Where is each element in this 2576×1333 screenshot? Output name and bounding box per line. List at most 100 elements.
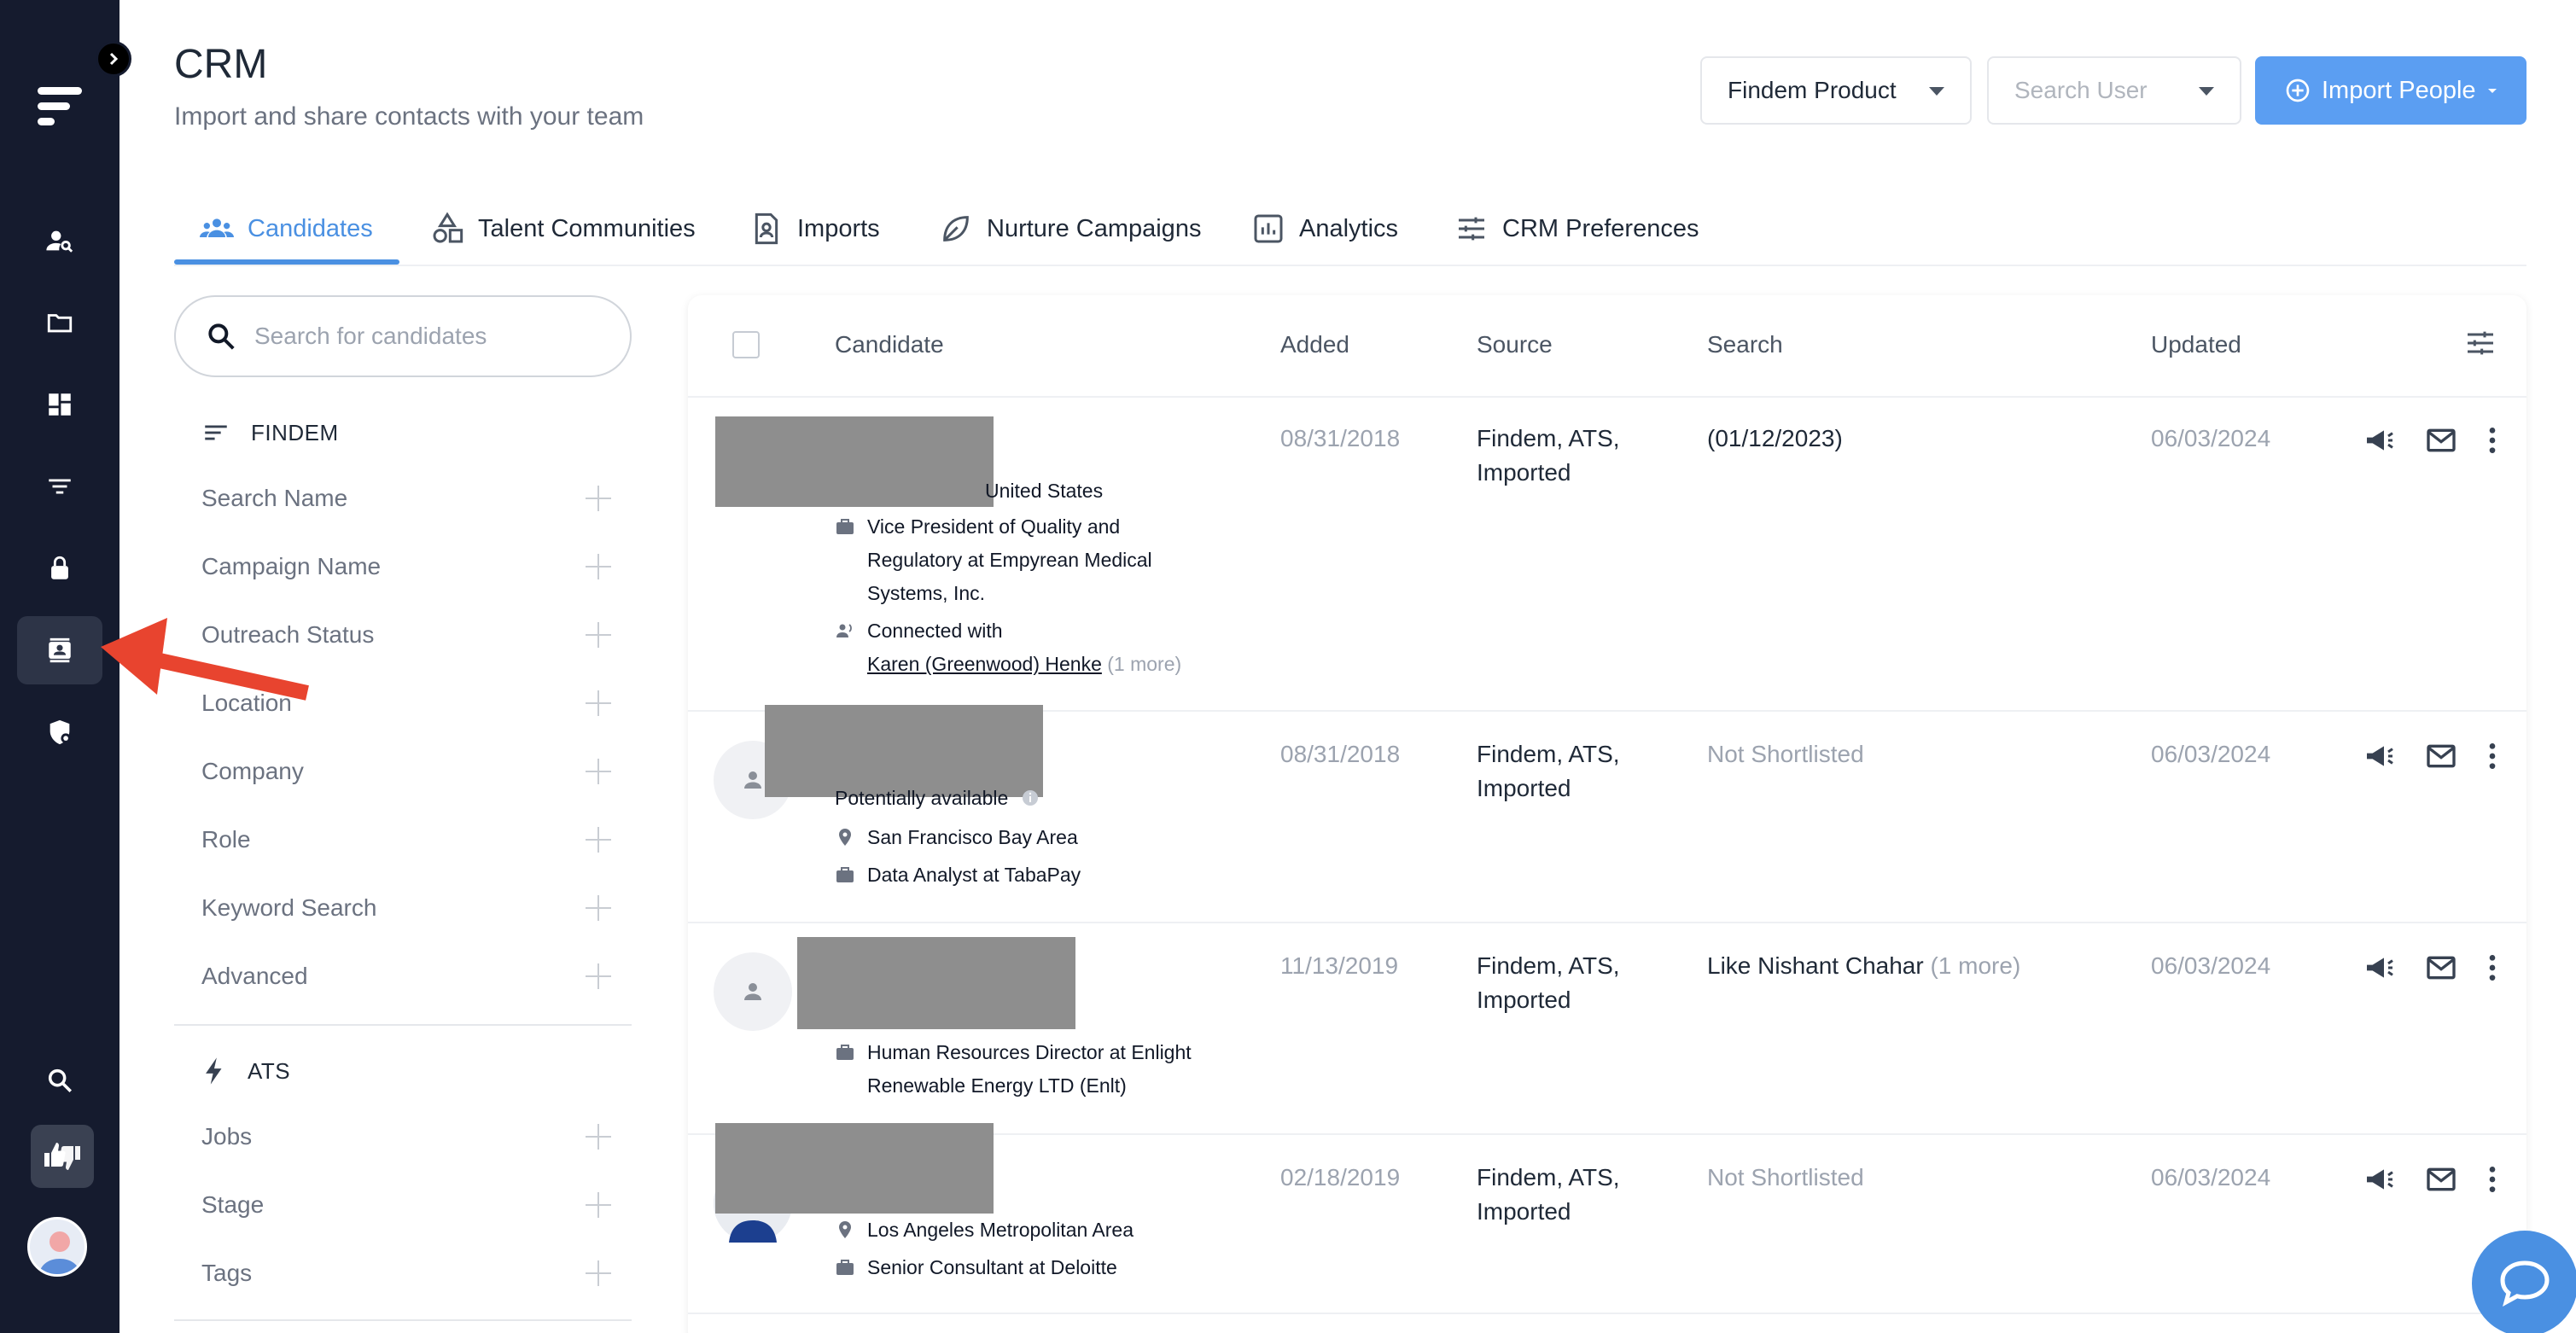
candidate-role: Human Resources Director at Enlight Renew…: [835, 1036, 1192, 1103]
plus-icon[interactable]: [586, 622, 611, 648]
plus-icon[interactable]: [586, 1124, 611, 1150]
candidates-table: Candidate Added Source Search Updated Un…: [688, 295, 2526, 1333]
people-search-icon[interactable]: [17, 207, 102, 275]
person-icon: [744, 771, 761, 789]
info-icon[interactable]: [1020, 788, 1040, 808]
more-options-icon[interactable]: [2475, 1162, 2509, 1196]
search-icon[interactable]: [17, 1046, 102, 1115]
column-header-source[interactable]: Source: [1477, 331, 1553, 358]
more-options-icon[interactable]: [2475, 739, 2509, 773]
findem-filter-label: FINDEM: [251, 419, 339, 445]
filter-label: Campaign Name: [201, 553, 382, 579]
filter-search-name[interactable]: Search Name: [201, 473, 611, 524]
plus-icon[interactable]: [586, 827, 611, 853]
connected-name-link[interactable]: Karen (Greenwood) Henke: [867, 653, 1102, 675]
product-select[interactable]: Findem Product: [1700, 56, 1972, 125]
user-avatar[interactable]: [27, 1217, 87, 1277]
candidate-location: San Francisco Bay Area: [835, 821, 1078, 854]
more-options-icon[interactable]: [2475, 951, 2509, 985]
added-date: 08/31/2018: [1280, 425, 1401, 451]
location-pin-icon: [839, 1221, 851, 1238]
candidate-search-input[interactable]: [254, 323, 613, 350]
plus-icon[interactable]: [586, 759, 611, 784]
folder-icon[interactable]: [17, 288, 102, 357]
filter-advanced[interactable]: Advanced: [201, 951, 611, 1002]
role-line: Systems, Inc.: [867, 582, 986, 604]
dashboard-icon[interactable]: [17, 370, 102, 439]
import-people-button[interactable]: Import People: [2255, 56, 2526, 125]
candidate-search-box[interactable]: [174, 295, 632, 377]
plus-icon[interactable]: [586, 690, 611, 716]
lock-icon[interactable]: [17, 534, 102, 602]
plus-icon[interactable]: [586, 895, 611, 921]
mail-icon[interactable]: [2424, 423, 2458, 457]
filter-company[interactable]: Company: [201, 746, 611, 797]
added-date: 08/31/2018: [1280, 741, 1401, 767]
product-select-value: Findem Product: [1728, 77, 1897, 103]
shield-settings-icon[interactable]: [17, 698, 102, 766]
plus-circle-icon: [2286, 79, 2310, 102]
updated-date: 06/03/2024: [2151, 1164, 2271, 1190]
redacted-candidate-name: [715, 416, 994, 507]
candidate-role: Data Analyst at TabaPay: [835, 859, 1081, 892]
tab-talent-communities[interactable]: Talent Communities: [430, 205, 696, 253]
crm-contacts-icon[interactable]: [17, 616, 102, 684]
filter-label: Keyword Search: [201, 894, 377, 921]
filter-icon[interactable]: [17, 452, 102, 521]
megaphone-icon[interactable]: [2363, 423, 2397, 457]
tab-analytics[interactable]: Analytics: [1251, 205, 1398, 253]
filter-jobs[interactable]: Jobs: [201, 1111, 611, 1162]
active-tab-indicator: [174, 259, 399, 265]
filter-tags[interactable]: Tags: [201, 1248, 611, 1299]
filter-campaign-name[interactable]: Campaign Name: [201, 541, 611, 592]
plus-icon[interactable]: [586, 1192, 611, 1218]
tab-imports[interactable]: Imports: [749, 205, 880, 253]
tab-candidates[interactable]: Candidates: [200, 205, 373, 253]
plus-icon[interactable]: [586, 486, 611, 511]
sort-lines-icon: [205, 425, 227, 440]
column-header-candidate[interactable]: Candidate: [835, 331, 944, 358]
mail-icon[interactable]: [2424, 739, 2458, 773]
user-search-select[interactable]: Search User: [1987, 56, 2241, 125]
more-options-icon[interactable]: [2475, 423, 2509, 457]
filter-stage[interactable]: Stage: [201, 1179, 611, 1231]
chat-support-button[interactable]: [2472, 1231, 2576, 1333]
connected-more[interactable]: (1 more): [1107, 653, 1181, 675]
feedback-thumbs-icon[interactable]: [31, 1125, 94, 1188]
updated-date: 06/03/2024: [2151, 952, 2271, 979]
role-line: Regulatory at Empyrean Medical: [867, 549, 1152, 571]
search-more[interactable]: (1 more): [1930, 952, 2020, 979]
column-settings-icon[interactable]: [2463, 326, 2497, 360]
findem-logo[interactable]: [38, 85, 84, 136]
caret-down-icon: [2199, 87, 2214, 96]
search-icon: [208, 323, 235, 350]
search-cell: Like Nishant Chahar (1 more): [1707, 949, 2020, 983]
tab-crm-preferences[interactable]: CRM Preferences: [1454, 205, 1699, 253]
megaphone-icon[interactable]: [2363, 739, 2397, 773]
mail-icon[interactable]: [2424, 1162, 2458, 1196]
column-header-search[interactable]: Search: [1707, 331, 1783, 358]
megaphone-icon[interactable]: [2363, 1162, 2397, 1196]
mail-icon[interactable]: [2424, 951, 2458, 985]
filter-role[interactable]: Role: [201, 814, 611, 865]
select-all-checkbox[interactable]: [732, 331, 760, 358]
source-line: Imported: [1477, 775, 1571, 801]
plus-icon[interactable]: [586, 963, 611, 989]
filter-label: Tags: [201, 1260, 253, 1286]
megaphone-icon[interactable]: [2363, 951, 2397, 985]
filter-keyword-search[interactable]: Keyword Search: [201, 882, 611, 934]
tab-nurture-campaigns[interactable]: Nurture Campaigns: [939, 205, 1201, 253]
column-header-updated[interactable]: Updated: [2151, 331, 2241, 358]
caret-down-icon: [2487, 89, 2497, 93]
shapes-icon: [433, 212, 463, 243]
candidate-connection: Connected with Karen (Greenwood) Henke (1…: [835, 614, 1181, 681]
tab-label: CRM Preferences: [1502, 214, 1699, 242]
plus-icon[interactable]: [586, 554, 611, 579]
redacted-candidate-name: [797, 937, 1075, 1029]
briefcase-icon: [836, 867, 854, 882]
sidebar-expand-button[interactable]: [96, 41, 131, 77]
filter-divider: [174, 1024, 632, 1026]
ats-filter-label: ATS: [248, 1057, 291, 1084]
column-header-added[interactable]: Added: [1280, 331, 1349, 358]
plus-icon[interactable]: [586, 1260, 611, 1286]
